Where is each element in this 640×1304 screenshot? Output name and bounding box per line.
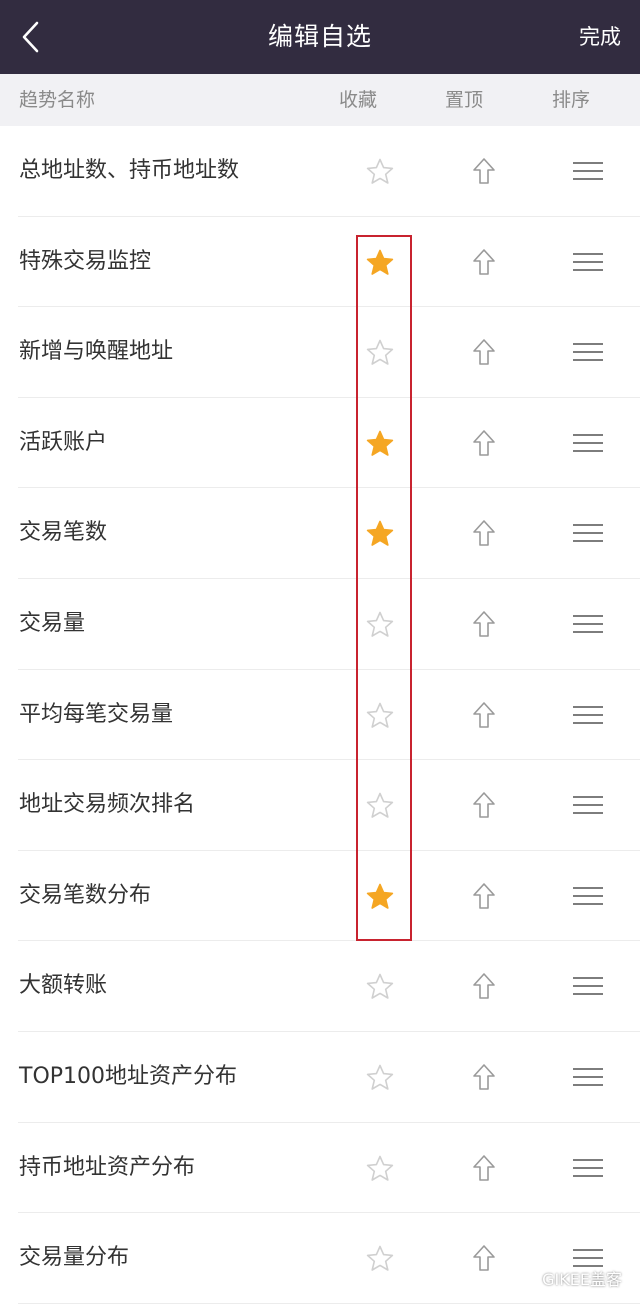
favorite-column-highlight-box [356,235,412,941]
drag-handle-icon[interactable] [573,1067,603,1087]
trend-name: 活跃账户 [19,429,108,455]
list-item: 交易笔数分布 [0,851,640,942]
done-button[interactable]: 完成 [579,0,621,74]
column-header-sort: 排序 [552,89,591,111]
star-icon[interactable] [366,1064,394,1091]
trend-name: TOP100地址资产分布 [19,1063,238,1089]
star-icon[interactable] [366,1155,394,1182]
trend-name: 交易量分布 [19,1245,130,1271]
list-item: 持币地址资产分布 [0,1123,640,1214]
page-title: 编辑自选 [267,22,372,51]
arrow-up-icon[interactable] [472,338,496,366]
trend-name: 总地址数、持币地址数 [19,158,240,183]
column-header-name: 趋势名称 [19,89,96,111]
drag-handle-icon[interactable] [573,796,603,815]
arrow-up-icon[interactable] [472,610,496,638]
arrow-up-icon[interactable] [472,1063,496,1091]
list-item: 交易量 [0,579,640,670]
trend-name: 持币地址资产分布 [19,1154,196,1180]
arrow-up-icon[interactable] [472,972,496,1000]
trend-name: 地址交易频次排名 [19,792,196,818]
list-item: 平均每笔交易量 [0,670,640,761]
list-item: 活跃账户 [0,398,640,489]
trend-name: 特殊交易监控 [19,248,152,274]
list-item: 地址交易频次排名 [0,760,640,851]
drag-handle-icon[interactable] [573,614,603,634]
drag-handle-icon[interactable] [573,524,603,543]
drag-handle-icon[interactable] [573,433,603,453]
arrow-up-icon[interactable] [472,1154,496,1182]
chat-bubbles-icon [514,1270,536,1286]
trend-name: 交易笔数分布 [19,882,152,908]
star-icon[interactable] [366,158,394,185]
column-header-pin: 置顶 [445,89,484,111]
column-header: 趋势名称 收藏 置顶 排序 [0,74,640,126]
list-item: 大额转账 [0,941,640,1032]
arrow-up-icon[interactable] [472,791,496,819]
arrow-up-icon[interactable] [472,882,496,910]
list-item: TOP100地址资产分布 [0,1032,640,1123]
trend-name: 平均每笔交易量 [19,701,174,727]
drag-handle-icon[interactable] [573,343,603,362]
watermark-text: GIKEE盖客 [542,1270,622,1289]
list-item: 交易量分布 [0,1213,640,1304]
arrow-up-icon[interactable] [472,519,496,547]
watermark: GIKEE盖客 [514,1266,622,1290]
drag-handle-icon[interactable] [573,886,603,906]
star-icon[interactable] [366,1245,394,1272]
trend-name: 大额转账 [19,973,108,999]
arrow-up-icon[interactable] [472,701,496,729]
list-item: 总地址数、持币地址数 [0,126,640,217]
trend-list: 总地址数、持币地址数 特殊交易监控 新增与唤醒地址 活跃账户交易笔数交易量平均每笔交易… [0,126,640,1304]
drag-handle-icon[interactable] [573,977,603,996]
drag-handle-icon[interactable] [573,252,603,272]
trend-name: 交易量 [19,610,86,636]
trend-name: 新增与唤醒地址 [19,339,174,365]
column-header-favorite: 收藏 [339,89,378,111]
trend-name: 交易笔数 [19,520,108,546]
arrow-up-icon[interactable] [472,248,496,276]
list-item: 新增与唤醒地址 [0,307,640,398]
arrow-up-icon[interactable] [472,429,496,457]
star-icon[interactable] [366,973,394,1000]
arrow-up-icon[interactable] [472,157,496,185]
list-item: 交易笔数 [0,488,640,579]
arrow-up-icon[interactable] [472,1244,496,1272]
drag-handle-icon[interactable] [573,1158,603,1178]
drag-handle-icon[interactable] [573,162,603,181]
navigation-bar: 编辑自选 完成 [0,0,640,74]
drag-handle-icon[interactable] [573,705,603,725]
list-item: 特殊交易监控 [0,217,640,308]
